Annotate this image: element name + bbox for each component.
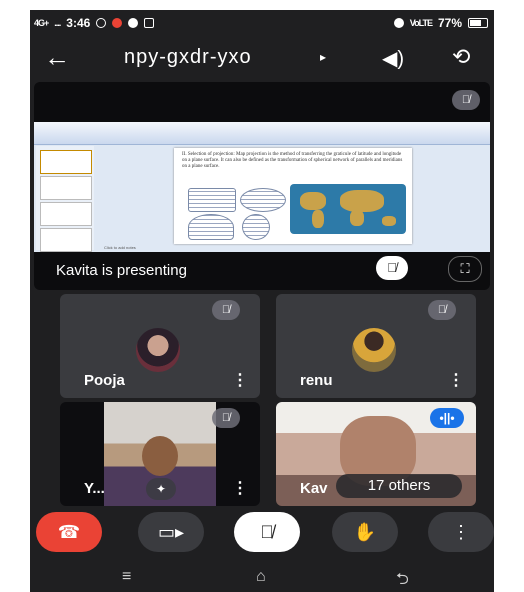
switch-camera-icon[interactable]: ⟲ [452,44,470,70]
mic-button[interactable]: 🎙̸ [234,512,300,552]
notes-placeholder: Click to add notes [104,245,136,250]
landmass [340,190,384,212]
fullscreen-icon[interactable]: ⛶ [448,256,482,282]
presentation-tile[interactable]: 🎙̸ II. Selection of projection: Map proj… [34,82,490,290]
meeting-code[interactable]: npy-gxdr-yxo [124,46,252,69]
landmass [312,210,324,228]
participant-name: Y... [84,480,105,497]
participant-tile-pooja[interactable]: 🎙̸ Pooja ⋮ [60,294,260,398]
speaker-icon[interactable]: ◀) [382,46,404,71]
mic-off-icon: 🎙̸ [212,408,240,428]
slide-page: II. Selection of projection: Map project… [174,148,412,244]
world-map-figure [290,184,406,234]
more-options-button[interactable]: ⋮ [428,512,494,552]
powerpoint-ribbon [34,122,490,145]
effects-icon[interactable]: ✦ [146,478,176,500]
recents-icon[interactable]: ≡ [122,568,131,586]
participant-name: renu [300,372,333,389]
lte-indicator: VoLTE [409,18,433,28]
participant-tile-renu[interactable]: 🎙̸ renu ⋮ [276,294,476,398]
app-icon [144,18,155,28]
cast-icon [96,18,107,28]
signal-icon: .... [54,18,61,28]
landmass [350,210,364,226]
alarm-icon [393,18,404,28]
raise-hand-button[interactable]: ✋ [332,512,398,552]
mic-off-icon: 🎙̸ [212,300,240,320]
more-options-icon[interactable]: ⋮ [232,478,248,498]
slide-thumbnail [40,176,92,200]
conic-projection-figure [188,214,234,240]
slide-thumbnail [40,228,92,252]
more-options-icon[interactable]: ⋮ [232,370,248,390]
status-left: 4G+ .... 3:46 [34,16,155,30]
presenter-label: Kavita is presenting [56,262,187,279]
battery-percent: 77% [437,16,462,30]
camera-button[interactable]: ▭▸ [138,512,204,552]
transformation-projection-figure [240,188,286,212]
participant-name: Pooja [84,372,125,389]
participant-face [142,436,178,476]
phone-screen: 4G+ .... 3:46 VoLTE 77% ← npy-gxdr-yxo ▸… [30,10,494,592]
participant-name: Kav [300,480,328,497]
back-nav-icon[interactable]: ⮌ [396,568,409,592]
cylindrical-projection-figure [188,188,236,212]
youtube-icon [112,18,123,28]
participant-tile-kavita[interactable]: •||• Kav 17 others [276,402,476,506]
network-indicator: 4G+ [34,18,49,28]
slide-thumbnails [36,146,94,252]
landmass [300,192,326,210]
home-icon[interactable]: ⌂ [256,568,266,586]
slide-thumbnail [40,202,92,226]
call-controls: ☎ ▭▸ 🎙̸ ✋ ⋮ [30,512,494,556]
speaking-indicator-icon: •||• [430,408,464,428]
planar-projection-figure [242,214,270,240]
status-time: 3:46 [66,16,91,30]
slide-heading: II. Selection of projection: Map project… [182,152,403,169]
meeting-top-bar: ← npy-gxdr-yxo ▸ ◀) ⟲ [30,38,494,82]
participant-tile-y[interactable]: 🎙̸ Y... ✦ ⋮ [60,402,260,506]
mic-off-icon: 🎙̸ [452,90,480,110]
status-bar: 4G+ .... 3:46 VoLTE 77% [30,10,494,36]
more-options-icon[interactable]: ⋮ [448,370,464,390]
landmass [382,216,396,226]
mic-off-icon: 🎙̸ [428,300,456,320]
status-right: VoLTE 77% [393,16,488,30]
arrow-back-icon[interactable]: ← [44,42,70,72]
slide-thumbnail [40,150,92,174]
meeting-details-caret-icon[interactable]: ▸ [320,50,326,64]
shared-slide: II. Selection of projection: Map project… [34,122,490,252]
battery-icon [468,18,488,28]
others-badge[interactable]: 17 others [336,474,462,498]
end-call-button[interactable]: ☎ [36,512,102,552]
chrome-icon [128,18,139,28]
presentation-mic-off-button[interactable]: 🎙̸ [376,256,408,280]
avatar [352,328,396,372]
system-navigation-bar: ≡ ⌂ ⮌ [30,564,494,592]
avatar [136,328,180,372]
